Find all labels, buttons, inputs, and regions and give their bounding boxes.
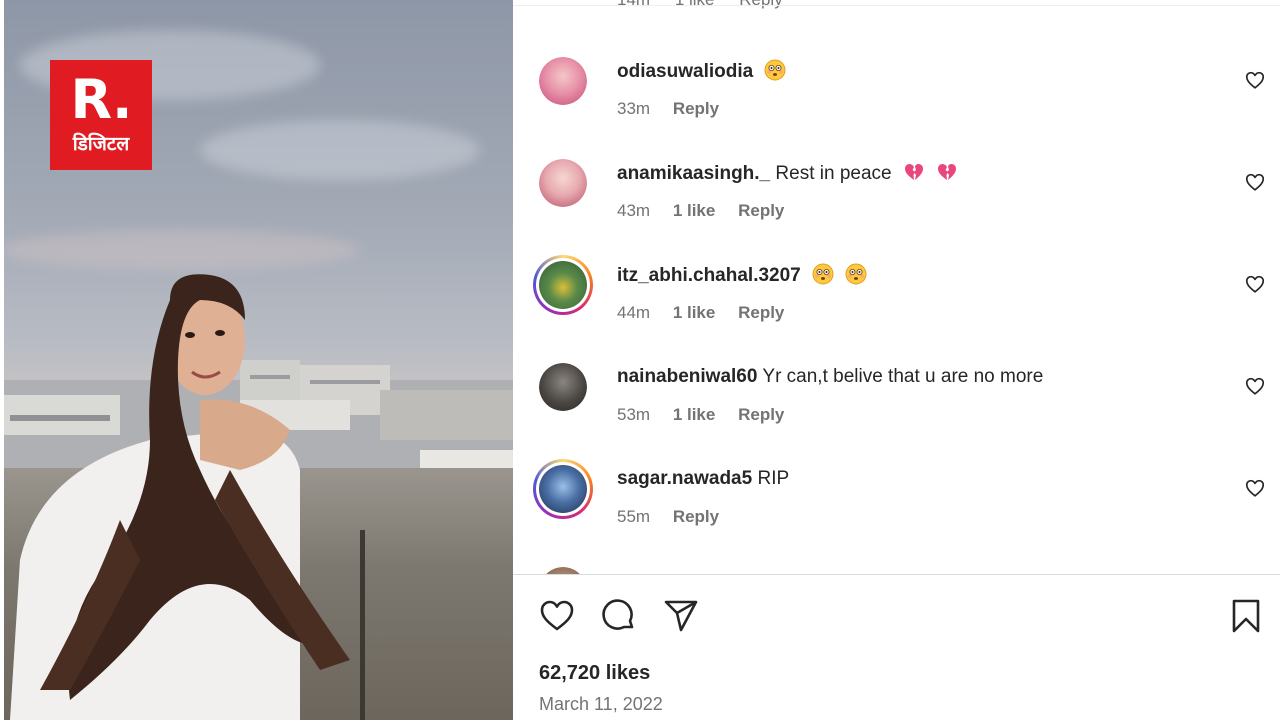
avatar[interactable] [539,567,587,574]
comment-username[interactable]: odiasuwaliodia [617,61,753,82]
comment-time: 53m [617,405,651,424]
reply-button[interactable]: Reply [673,99,719,118]
heart-icon[interactable] [1244,69,1266,91]
comment-meta: 44m 1 like Reply [617,303,802,323]
comment-likes[interactable]: 1 like [673,303,716,322]
avatar-story-ring[interactable] [533,459,593,519]
comment-text: sagar.nawada5 RIP [617,467,789,491]
comment-item: sagar.nawada5 RIP 55m Reply [513,459,1280,565]
comment-time: 33m [617,99,651,118]
comment-item: anamikaasingh._ Rest in peace 43m 1 like… [513,159,1280,259]
comment-username[interactable]: anamikaasingh._ [617,163,770,184]
comment-text: nainabeniwal60 Yr can,t belive that u ar… [617,365,1043,389]
comment-text: itz_abhi.chahal.3207 [617,263,867,288]
comment-time: 44m [617,303,651,322]
comment-time: 55m [617,507,651,526]
comment-time: 43m [617,201,651,220]
logo-mark: R. [70,68,132,131]
comment-item-partial [513,567,1280,574]
broken-heart-emoji-icon [904,164,923,180]
comment-meta: 55m Reply [617,507,737,527]
avatar[interactable] [539,57,587,105]
reply-button[interactable]: Reply [738,303,784,322]
comment-text: odiasuwaliodia [617,59,786,84]
reply-button[interactable]: Reply [673,507,719,526]
comment-text: anamikaasingh._ Rest in peace [617,161,958,186]
flushed-face-emoji-icon [812,263,834,285]
comment-item: itz_abhi.chahal.3207 44m 1 like Reply [513,255,1280,361]
post-photo: R. डिजिटल [0,0,513,720]
comment-body: RIP [757,468,790,489]
comment-meta: 43m 1 like Reply [617,201,802,221]
comment-username[interactable]: sagar.nawada5 [617,468,752,489]
comments-list[interactable]: 14m 1 like Reply odiasuwaliodia 33m Repl… [513,0,1280,574]
heart-icon[interactable] [1244,273,1266,295]
comment-meta: 53m 1 like Reply [617,405,802,425]
heart-icon[interactable] [537,596,577,636]
divider [513,5,1280,6]
comment-item: nainabeniwal60 Yr can,t belive that u ar… [513,363,1280,463]
heart-icon[interactable] [1244,477,1266,499]
avatar-story-ring[interactable] [533,255,593,315]
reply-button[interactable]: Reply [738,201,784,220]
comment-body: Rest in peace [775,163,892,184]
comment-body: Yr can,t belive that u are no more [762,366,1044,387]
flushed-face-emoji-icon [764,59,786,81]
paper-plane-icon[interactable] [661,596,701,636]
comment-item: odiasuwaliodia 33m Reply [513,57,1280,157]
divider [513,574,1280,575]
heart-icon[interactable] [1244,171,1266,193]
reply-button[interactable]: Reply [738,405,784,424]
photo-edge [0,0,4,720]
broken-heart-emoji-icon [938,164,957,180]
logo-subtext: डिजिटल [72,133,130,155]
avatar[interactable] [539,159,587,207]
post-date[interactable]: March 11, 2022 [539,694,663,715]
comment-meta: 33m Reply [617,99,737,119]
heart-icon[interactable] [1244,375,1266,397]
flushed-face-emoji-icon [845,263,867,285]
comment-likes[interactable]: 1 like [673,405,716,424]
channel-logo: R. डिजिटल [50,60,152,170]
comment-likes[interactable]: 1 like [673,201,716,220]
comment-bubble-icon[interactable] [599,596,639,636]
avatar[interactable] [539,363,587,411]
post-actions [513,590,1280,646]
comment-username[interactable]: nainabeniwal60 [617,366,757,387]
comment-username[interactable]: itz_abhi.chahal.3207 [617,265,801,286]
bookmark-icon[interactable] [1226,596,1266,636]
comments-panel: 14m 1 like Reply odiasuwaliodia 33m Repl… [513,0,1280,720]
likes-count[interactable]: 62,720 likes [539,662,650,685]
